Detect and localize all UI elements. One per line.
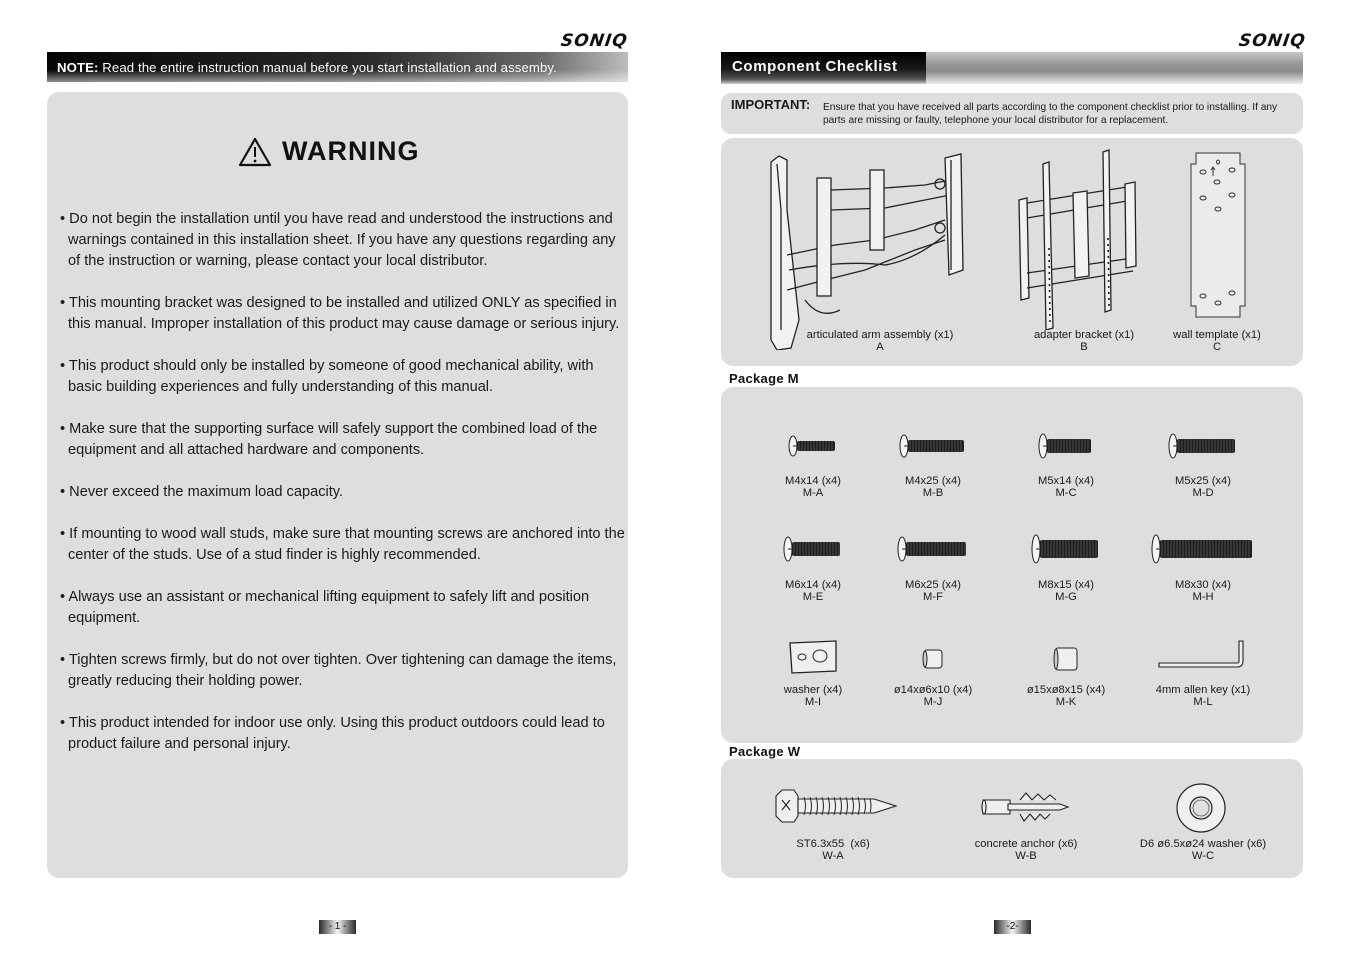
part-caption-b: adapter bracket (x1) B [1034, 329, 1134, 353]
warning-item: • If mounting to wood wall studs, make s… [60, 526, 625, 563]
part-code: M-D [1192, 487, 1214, 499]
brand-logo: SONIQ [559, 31, 630, 51]
part-caption-m-a: M4x14 (x4) M-A [785, 475, 841, 499]
screw-icon [1151, 534, 1252, 564]
important-label: IMPORTANT: [731, 97, 811, 112]
part-name: adapter bracket (x1) [1033, 329, 1135, 341]
screw-icon [783, 536, 840, 562]
screw-icon [899, 434, 964, 458]
warning-item: • Make sure that the supporting surface … [60, 421, 598, 458]
brand-logo: SONIQ [1237, 31, 1308, 51]
warning-item: • This product should only be installed … [60, 358, 594, 395]
part-name: M8x30 (x4) [1175, 579, 1231, 591]
part-code: M-I [804, 696, 822, 708]
part-name: M4x25 (x4) [905, 475, 961, 487]
part-code: W-B [1015, 850, 1037, 862]
package-m-label: Package M [729, 371, 799, 386]
part-caption-m-h: M8x30 (x4) M-H [1175, 579, 1231, 603]
articulated-arm-icon [770, 153, 964, 350]
warning-item: • Tighten screws firmly, but do not over… [60, 652, 617, 689]
warning-title: WARNING [282, 136, 420, 166]
screw-icon [788, 435, 835, 457]
page-number-1: - 1 - [319, 920, 356, 934]
part-caption-m-i: washer (x4) M-I [784, 684, 842, 708]
part-name: ø15xø8x15 (x4) [1026, 684, 1106, 696]
note-banner: NOTE: Read the entire instruction manual… [47, 52, 628, 82]
part-name: M6x25 (x4) [905, 579, 961, 591]
part-caption-a: articulated arm assembly (x1) A [807, 329, 954, 353]
part-caption-m-b: M4x25 (x4) M-B [905, 475, 961, 499]
note-banner-fade [47, 70, 628, 82]
concrete-anchor-icon [981, 792, 1070, 822]
adapter-bracket-icon [1018, 149, 1137, 330]
part-code: M-B [922, 487, 944, 499]
section-header-tab: Component Checklist [721, 52, 926, 84]
part-code: M-C [1055, 487, 1077, 499]
part-name: wall template (x1) [1173, 329, 1261, 341]
plate-washer-icon [789, 640, 837, 674]
section-header-bar: Component Checklist [721, 52, 1303, 84]
warning-heading: WARNING [238, 136, 420, 167]
part-caption-w-a: ST6.3x55 (x6) W-A [796, 838, 869, 862]
round-washer-icon [1176, 783, 1226, 833]
part-code: M-H [1192, 591, 1214, 603]
part-code: M-E [802, 591, 824, 603]
part-code: B [1080, 341, 1088, 353]
part-name: M4x14 (x4) [785, 475, 841, 487]
part-code: A [876, 341, 884, 353]
spacer-icon [1053, 647, 1078, 671]
warning-item: • Do not begin the installation until yo… [60, 211, 616, 269]
screw-icon [1168, 433, 1235, 459]
warning-triangle-icon [238, 137, 272, 166]
warning-item: • Never exceed the maximum load capacity… [60, 484, 344, 500]
part-code: M-A [802, 487, 824, 499]
lag-bolt-icon [775, 789, 898, 823]
part-name: M6x14 (x4) [785, 579, 841, 591]
part-code: M-F [923, 591, 943, 603]
part-caption-m-f: M6x25 (x4) M-F [905, 579, 961, 603]
part-code: W-A [822, 850, 844, 862]
wall-template-icon [1190, 152, 1246, 318]
warning-item: • This mounting bracket was designed to … [60, 295, 620, 332]
part-name: ø14xø6x10 (x4) [893, 684, 973, 696]
warning-item: • Always use an assistant or mechanical … [60, 589, 590, 626]
part-caption-m-c: M5x14 (x4) M-C [1038, 475, 1094, 499]
allen-key-icon [1158, 640, 1244, 668]
part-name: articulated arm assembly (x1) [806, 329, 954, 341]
part-code: M-L [1193, 696, 1213, 708]
part-code: M-J [923, 696, 943, 708]
package-w-label: Package W [729, 744, 801, 759]
screw-icon [1038, 433, 1091, 459]
part-code: C [1212, 341, 1222, 353]
part-name: M5x25 (x4) [1175, 475, 1231, 487]
important-text: Ensure that you have received all parts … [823, 102, 1278, 126]
part-name: 4mm allen key (x1) [1155, 684, 1251, 696]
section-title: Component Checklist [732, 58, 898, 75]
spacer-icon [922, 649, 943, 669]
warning-list: • Do not begin the installation until yo… [60, 209, 625, 776]
part-name: concrete anchor (x6) [974, 838, 1078, 850]
part-caption-m-j: ø14xø6x10 (x4) M-J [894, 684, 972, 708]
part-name: ST6.3x55 (x6) [796, 838, 870, 850]
part-code: M-K [1055, 696, 1077, 708]
part-caption-m-l: 4mm allen key (x1) M-L [1156, 684, 1251, 708]
part-name: M5x14 (x4) [1038, 475, 1094, 487]
part-caption-m-g: M8x15 (x4) M-G [1038, 579, 1094, 603]
part-name: washer (x4) [783, 684, 843, 696]
part-caption-m-k: ø15xø8x15 (x4) M-K [1027, 684, 1105, 708]
screw-icon [897, 536, 966, 562]
part-code: M-G [1055, 591, 1077, 603]
part-caption-m-e: M6x14 (x4) M-E [785, 579, 841, 603]
warning-item: • This product intended for indoor use o… [60, 715, 605, 752]
part-caption-c: wall template (x1) C [1173, 329, 1261, 353]
part-caption-w-b: concrete anchor (x6) W-B [975, 838, 1078, 862]
part-caption-w-c: D6 ø6.5xø24 washer (x6) W-C [1140, 838, 1266, 862]
screw-icon [1031, 534, 1098, 564]
part-code: W-C [1191, 850, 1215, 862]
part-name: M8x15 (x4) [1038, 579, 1094, 591]
page-number-2: -2- [994, 920, 1031, 934]
part-caption-m-d: M5x25 (x4) M-D [1175, 475, 1231, 499]
part-name: D6 ø6.5xø24 washer (x6) [1139, 838, 1267, 850]
